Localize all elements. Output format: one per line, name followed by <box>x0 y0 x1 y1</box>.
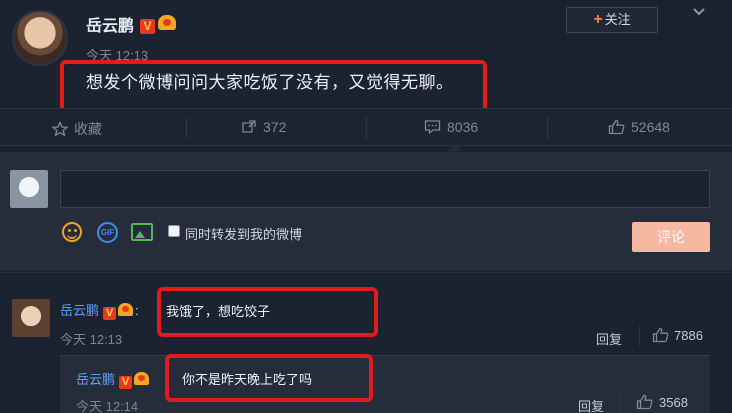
comment-author-row: 岳云鹏 V: <box>60 300 139 320</box>
image-icon[interactable] <box>131 223 153 241</box>
favorite-button[interactable]: 收藏 <box>51 119 102 139</box>
comment-like-count: 7886 <box>674 328 703 343</box>
like-count: 52648 <box>631 119 670 135</box>
repost-count: 372 <box>263 119 287 135</box>
verified-badge-icon: V <box>119 376 133 389</box>
comment-count: 8036 <box>447 119 479 135</box>
vip-crown-icon <box>158 15 177 30</box>
vip-crown-icon <box>118 303 134 316</box>
comment-separator: : <box>135 303 139 318</box>
reply-reply-button[interactable]: 回复 <box>578 396 604 413</box>
reply-author-row: 岳云鹏 V <box>76 369 150 389</box>
comment-input[interactable] <box>60 170 710 208</box>
comment-pointer <box>448 144 462 151</box>
author-avatar[interactable] <box>12 10 68 66</box>
favorite-label: 收藏 <box>74 121 102 137</box>
comment-author-name[interactable]: 岳云鹏 <box>60 303 99 318</box>
repost-checkbox-label[interactable]: 同时转发到我的微博 <box>185 224 302 243</box>
verified-badge-icon: V <box>103 307 117 320</box>
star-icon <box>51 120 69 137</box>
repost-checkbox[interactable] <box>168 225 180 237</box>
highlight-box-comment <box>157 287 378 337</box>
action-bar: 收藏 372 8036 52648 <box>0 108 732 146</box>
repost-icon <box>242 120 256 133</box>
my-avatar <box>10 170 48 208</box>
comment-icon <box>424 120 441 135</box>
post-author-name[interactable]: 岳云鹏 <box>86 18 134 35</box>
divider <box>0 272 732 273</box>
reply-time: 今天 12:14 <box>76 399 139 413</box>
emoji-icon[interactable] <box>62 222 82 242</box>
verified-badge-icon: V <box>140 19 156 34</box>
divider <box>619 393 620 413</box>
comment-composer: GIF 同时转发到我的微博 评论 <box>0 152 732 270</box>
thumbs-up-icon <box>608 119 625 135</box>
highlight-box-reply <box>165 354 373 402</box>
commenter-avatar[interactable] <box>12 299 50 337</box>
reply-like-button[interactable]: 3568 <box>636 394 688 410</box>
vip-crown-icon <box>134 372 150 385</box>
post-author-row: 岳云鹏 V <box>86 12 177 36</box>
thumbs-up-icon <box>652 327 669 343</box>
divider <box>366 117 367 139</box>
comment-button[interactable]: 8036 <box>424 119 478 135</box>
chevron-down-icon[interactable] <box>692 5 706 19</box>
like-button[interactable]: 52648 <box>608 119 670 135</box>
plus-icon: + <box>593 11 603 28</box>
comment-time: 今天 12:13 <box>60 332 123 347</box>
repost-button[interactable]: 372 <box>241 119 286 135</box>
gif-icon[interactable]: GIF <box>97 222 118 243</box>
submit-comment-button[interactable]: 评论 <box>632 222 710 252</box>
reply-author-name[interactable]: 岳云鹏 <box>76 372 115 387</box>
follow-button[interactable]: + 关注 <box>566 7 658 33</box>
divider <box>639 326 640 346</box>
reply-button[interactable]: 回复 <box>596 329 622 348</box>
divider <box>186 117 187 139</box>
divider <box>547 117 548 139</box>
comment-like-button[interactable]: 7886 <box>652 327 703 343</box>
highlight-box-post <box>60 60 487 115</box>
follow-label: 关注 <box>604 12 631 27</box>
reply-like-count: 3568 <box>659 395 688 410</box>
nested-reply <box>60 355 710 413</box>
weibo-post-card: 岳云鹏 V 今天 12:13 + 关注 想发个微博问问大家吃饭了没有，又觉得无聊。 … <box>0 0 732 413</box>
thumbs-up-icon <box>636 394 653 410</box>
